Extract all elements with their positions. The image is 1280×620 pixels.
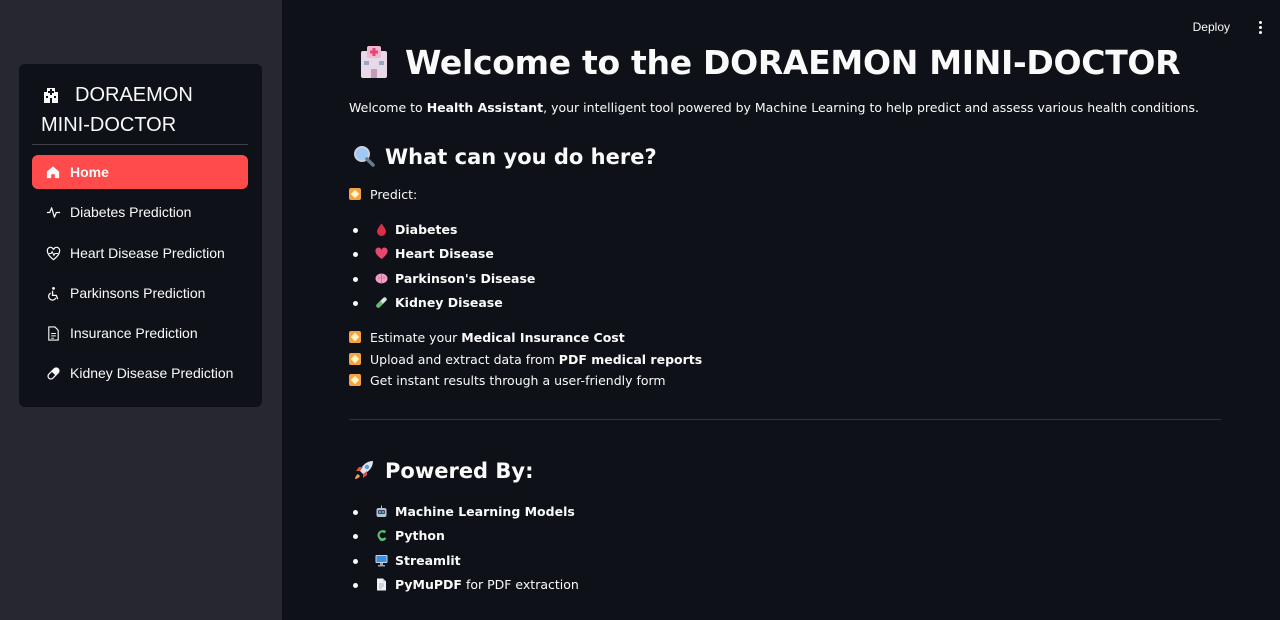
list-item: Kidney Disease: [349, 291, 535, 315]
predict-label-text: Predict:: [370, 187, 418, 202]
feature-prefix: Upload and extract data from: [370, 351, 559, 367]
list-item-label: Parkinson's Disease: [395, 270, 536, 286]
sidebar-item-label: Kidney Disease Prediction: [70, 365, 234, 381]
powered-list: Machine Learning Models Python Streamlit…: [349, 500, 579, 597]
sidebar-item-parkinsons[interactable]: Parkinsons Prediction: [32, 276, 248, 310]
magnifying-glass-icon: [354, 146, 375, 167]
list-item-label: Python: [395, 528, 445, 544]
sparkle-icon: [349, 352, 361, 365]
test-tube-icon: [376, 297, 387, 308]
sidebar-item-label: Insurance Prediction: [70, 325, 198, 341]
feature-line: Estimate your Medical Insurance Cost: [349, 329, 625, 347]
sidebar-item-label: Parkinsons Prediction: [70, 285, 206, 301]
sidebar-item-label: Heart Disease Prediction: [70, 245, 225, 261]
desktop-computer-icon: [375, 554, 388, 567]
feature-prefix: Get instant results through a user-frien…: [370, 373, 666, 388]
intro-text: Welcome to Health Assistant, your intell…: [349, 99, 1199, 117]
list-item-label: PyMuPDF: [395, 576, 462, 592]
sidebar-item-home[interactable]: Home: [32, 155, 248, 189]
menu-divider: [32, 144, 248, 145]
heart-icon: [375, 247, 388, 260]
wheelchair-icon: [45, 285, 61, 301]
list-item-label: Heart Disease: [395, 246, 494, 262]
rocket-icon: [355, 461, 373, 479]
main-content: Welcome to the DORAEMON MINI-DOCTOR Welc…: [282, 0, 1280, 620]
feature-bold: Medical Insurance Cost: [461, 330, 625, 345]
page-icon: [377, 578, 386, 591]
heart-pulse-icon: [45, 245, 61, 261]
hospital-emoji-icon: [361, 46, 387, 78]
house-icon: [45, 164, 61, 180]
list-item-suffix: for PDF extraction: [461, 576, 579, 592]
document-icon: [45, 325, 61, 341]
list-item: Streamlit: [349, 549, 579, 573]
list-item: Parkinson's Disease: [349, 267, 535, 291]
feature-line: Upload and extract data from PDF medical…: [349, 351, 702, 369]
sparkle-icon: [349, 188, 361, 200]
sidebar-item-heart-disease[interactable]: Heart Disease Prediction: [32, 236, 248, 270]
drop-of-blood-icon: [377, 223, 386, 236]
page-title: Welcome to the DORAEMON MINI-DOCTOR: [359, 38, 1181, 88]
activity-icon: [45, 204, 61, 220]
predict-list: Diabetes Heart Disease Parkinson's Disea…: [349, 218, 535, 315]
sidebar-item-kidney-disease[interactable]: Kidney Disease Prediction: [32, 356, 248, 390]
sparkle-icon: [349, 374, 361, 386]
sidebar: DORAEMON MINI-DOCTOR Home Diabetes Predi…: [0, 0, 282, 620]
list-item: Python: [349, 524, 579, 548]
predict-label: Predict:: [349, 186, 417, 204]
menu-title-text: DORAEMON MINI-DOCTOR: [41, 84, 193, 136]
menu-title: DORAEMON MINI-DOCTOR: [41, 80, 246, 140]
brain-icon: [375, 273, 388, 284]
list-item-label: Streamlit: [395, 552, 461, 568]
powered-section-heading: Powered By:: [353, 456, 534, 486]
intro-suffix: , your intelligent tool powered by Machi…: [543, 100, 1200, 115]
section-divider: [349, 419, 1221, 420]
sidebar-item-insurance[interactable]: Insurance Prediction: [32, 316, 248, 350]
app-root: DORAEMON MINI-DOCTOR Home Diabetes Predi…: [0, 0, 1280, 620]
list-item-label: Diabetes: [395, 222, 458, 237]
list-item: Diabetes: [349, 218, 535, 242]
list-item: Machine Learning Models: [349, 500, 579, 524]
sidebar-item-label: Home: [70, 164, 109, 180]
option-menu: DORAEMON MINI-DOCTOR Home Diabetes Predi…: [19, 64, 262, 407]
snake-icon: [377, 530, 387, 542]
sidebar-item-diabetes[interactable]: Diabetes Prediction: [32, 195, 248, 229]
sidebar-item-label: Diabetes Prediction: [70, 204, 192, 220]
list-item-label: Machine Learning Models: [395, 504, 575, 519]
list-item: PyMuPDF for PDF extraction: [349, 573, 579, 597]
what-section-heading-text: What can you do here?: [385, 145, 657, 169]
sparkle-icon: [349, 331, 361, 343]
feature-prefix: Estimate your: [370, 330, 462, 345]
list-item: Heart Disease: [349, 242, 535, 266]
intro-bold: Health Assistant: [426, 100, 544, 115]
feature-bold: PDF medical reports: [558, 351, 703, 367]
powered-section-heading-text: Powered By:: [385, 459, 534, 483]
hospital-icon: [44, 88, 58, 103]
robot-icon: [376, 505, 387, 517]
intro-prefix: Welcome to: [349, 100, 427, 115]
page-title-text: Welcome to the DORAEMON MINI-DOCTOR: [405, 43, 1181, 82]
list-item-label: Kidney Disease: [395, 294, 503, 310]
what-section-heading: What can you do here?: [353, 142, 657, 172]
capsule-icon: [45, 365, 61, 381]
feature-line: Get instant results through a user-frien…: [349, 372, 666, 390]
